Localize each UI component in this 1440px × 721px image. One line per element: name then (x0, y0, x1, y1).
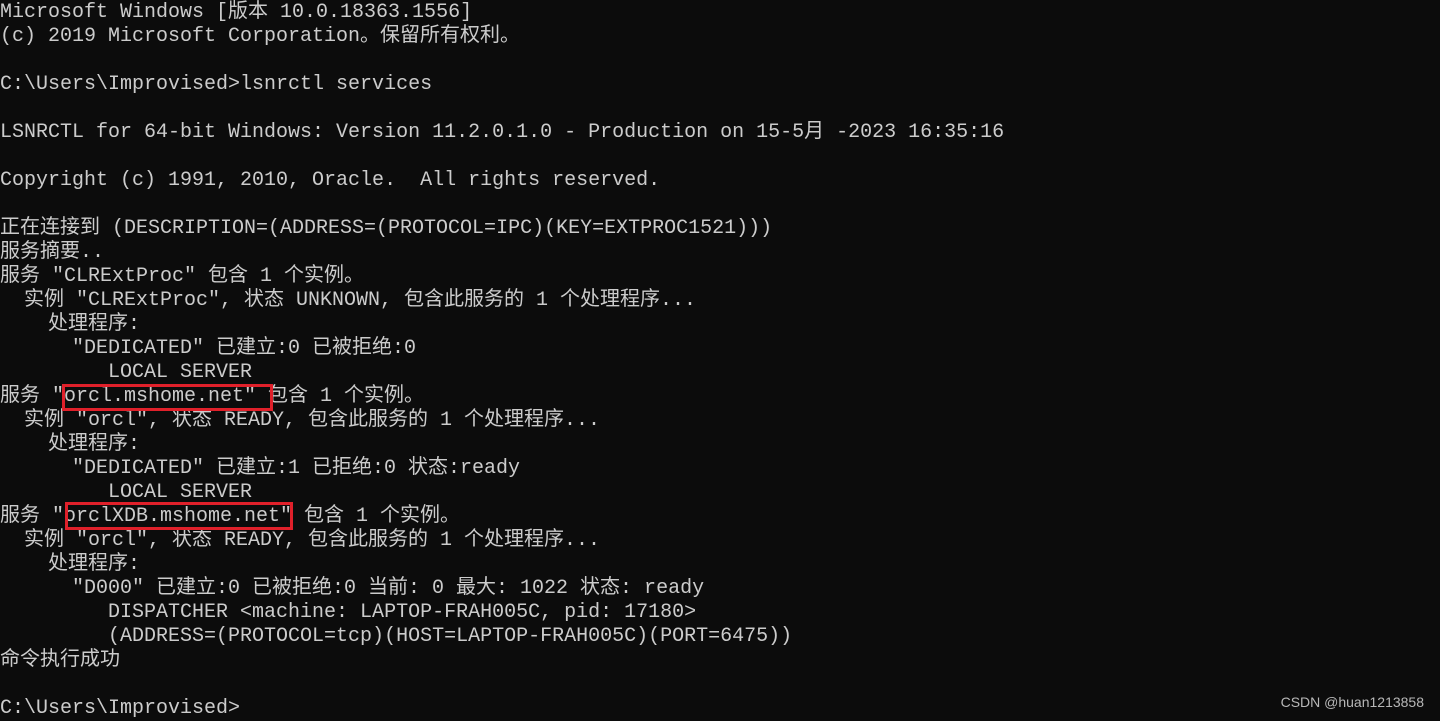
console-line: 处理程序: (0, 433, 141, 456)
console-line: 服务摘要.. (0, 241, 105, 264)
console-line: "DEDICATED" 已建立:1 已拒绝:0 状态:ready (0, 457, 521, 480)
console-line: "DEDICATED" 已建立:0 已被拒绝:0 (0, 337, 417, 360)
console-line: 实例 "orcl", 状态 READY, 包含此服务的 1 个处理程序... (0, 409, 601, 432)
console-line: 实例 "CLRExtProc", 状态 UNKNOWN, 包含此服务的 1 个处… (0, 289, 697, 312)
console-line: DISPATCHER <machine: LAPTOP-FRAH005C, pi… (0, 601, 697, 624)
console-line: (c) 2019 Microsoft Corporation。保留所有权利。 (0, 25, 521, 48)
console-output[interactable]: Microsoft Windows [版本 10.0.18363.1556] (c… (0, 1, 1004, 721)
console-line: 服务 "orcl.mshome.net" 包含 1 个实例。 (0, 385, 425, 408)
console-line: Copyright (c) 1991, 2010, Oracle. All ri… (0, 169, 661, 192)
console-line: LSNRCTL for 64-bit Windows: Version 11.2… (0, 121, 1005, 144)
console-line: C:\Users\Improvised> (0, 697, 241, 720)
console-line: 正在连接到 (DESCRIPTION=(ADDRESS=(PROTOCOL=IP… (0, 217, 773, 240)
console-line: 实例 "orcl", 状态 READY, 包含此服务的 1 个处理程序... (0, 529, 601, 552)
watermark: CSDN @huan1213858 (1280, 694, 1424, 710)
console-line: 处理程序: (0, 313, 141, 336)
console-line: Microsoft Windows [版本 10.0.18363.1556] (0, 1, 473, 24)
console-line: LOCAL SERVER (0, 361, 253, 384)
console-line: "D000" 已建立:0 已被拒绝:0 当前: 0 最大: 1022 状态: r… (0, 577, 705, 600)
console-line: LOCAL SERVER (0, 481, 253, 504)
console-line: 服务 "orclXDB.mshome.net" 包含 1 个实例。 (0, 505, 461, 528)
console-line: 处理程序: (0, 553, 141, 576)
console-line: 服务 "CLRExtProc" 包含 1 个实例。 (0, 265, 365, 288)
console-line: C:\Users\Improvised>lsnrctl services (0, 73, 433, 96)
console-line: (ADDRESS=(PROTOCOL=tcp)(HOST=LAPTOP-FRAH… (0, 625, 793, 648)
console-line: 命令执行成功 (0, 649, 120, 672)
